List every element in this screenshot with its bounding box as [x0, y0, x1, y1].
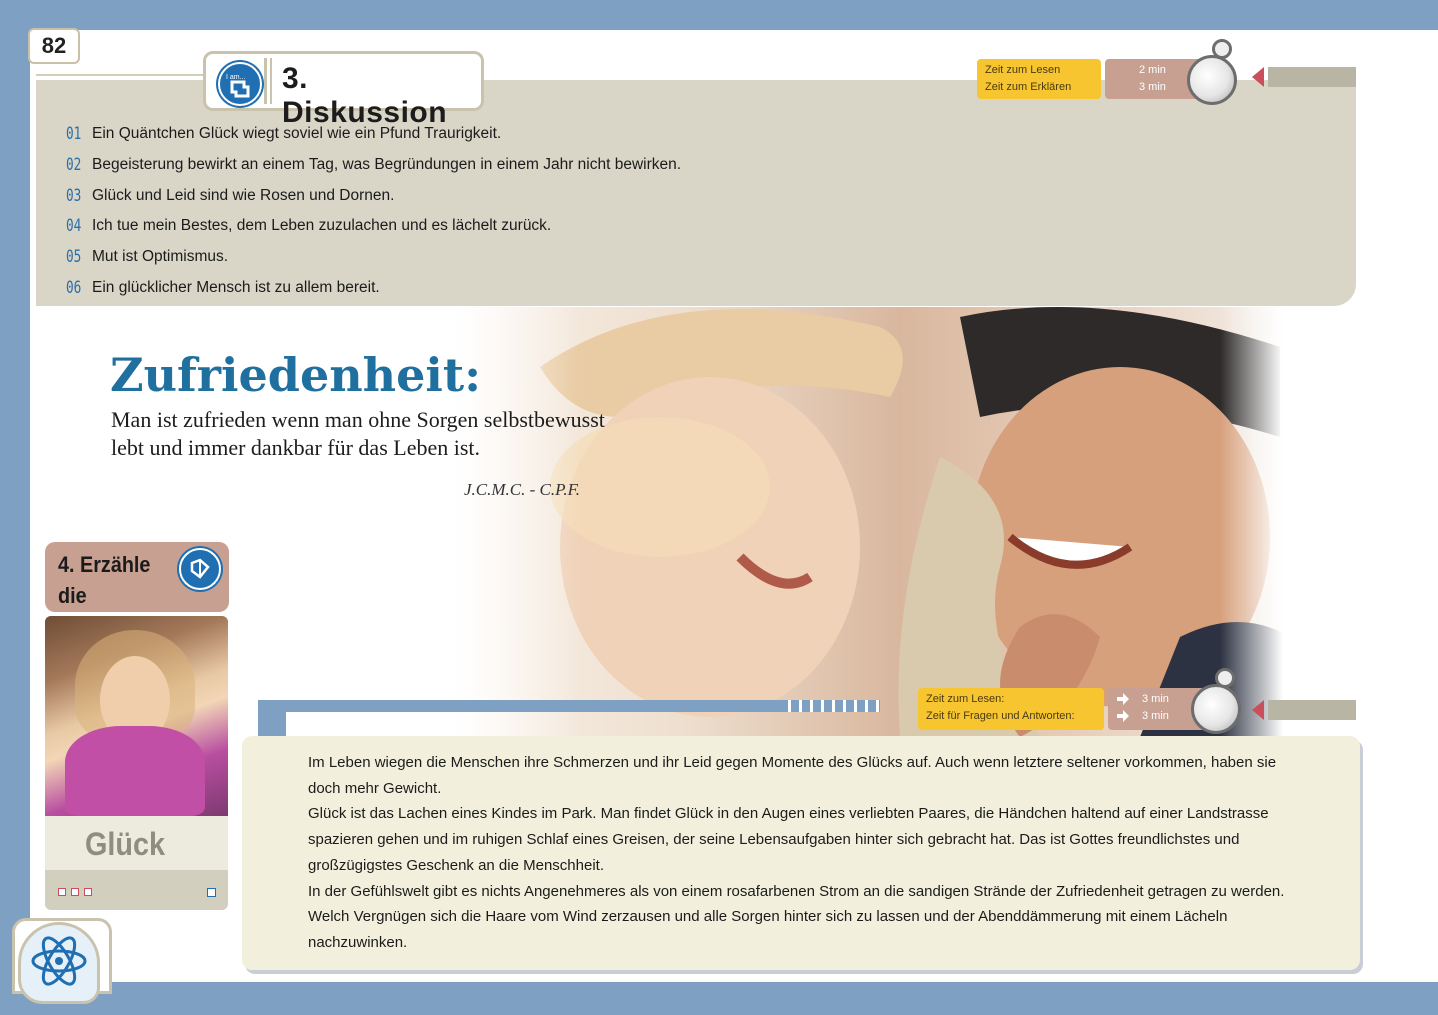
list-text: Begeisterung bewirkt an einem Tag, was B… — [92, 156, 682, 173]
section-header-badge: I am... 3. Diskussion — [203, 51, 484, 129]
bottom-frame-band — [0, 982, 1438, 1015]
top-frame-band — [0, 0, 1438, 30]
marker-triangle-icon — [1252, 67, 1264, 87]
list-text: Glück und Leid sind wie Rosen und Dornen… — [92, 187, 395, 204]
list-text: Mut ist Optimismus. — [92, 248, 229, 265]
nav-square-icon[interactable] — [84, 888, 92, 896]
timer-label-read: Zeit zum Lesen — [985, 64, 1061, 76]
list-item: 05 Mut ist Optimismus. — [66, 245, 228, 269]
quote-author: J.C.M.C. - C.P.F. — [464, 480, 581, 499]
list-item: 04 Ich tue mein Bestes, dem Leben zuzula… — [66, 214, 551, 238]
nav-next-square-icon[interactable] — [207, 888, 216, 897]
timer-labels-top: Zeit zum Lesen Zeit zum Erklären — [977, 59, 1101, 99]
arrow-right-icon — [1117, 693, 1129, 722]
section-title: 3. Diskussion — [282, 62, 448, 129]
list-item: 06 Ein glücklicher Mensch ist zu allem b… — [66, 276, 380, 300]
list-number: 01 — [66, 124, 82, 144]
story-paragraph: In der Gefühlswelt gibt es nichts Angene… — [308, 882, 1285, 951]
timer-label-explain: Zeit zum Erklären — [985, 81, 1072, 93]
marker-triangle-icon — [1252, 700, 1264, 720]
nav-square-icon[interactable] — [58, 888, 66, 896]
badge-icon-frame: I am... — [210, 58, 267, 106]
stopwatch-icon — [1191, 684, 1241, 734]
quote-body: Man ist zufrieden wenn man ohne Sorgen s… — [111, 407, 605, 460]
couple-photo — [420, 307, 1290, 737]
timer-label-read: Zeit zum Lesen: — [926, 693, 1005, 705]
timer-labels-bottom: Zeit zum Lesen: Zeit für Fragen und Antw… — [918, 688, 1104, 730]
list-text: Ein glücklicher Mensch ist zu allem bere… — [92, 279, 380, 296]
story-text: Im Leben wiegen die Menschen ihre Schmer… — [308, 750, 1308, 956]
story-book-icon — [179, 548, 221, 590]
list-item: 02 Begeisterung bewirkt an einem Tag, wa… — [66, 153, 681, 177]
story-card-header: 4. Erzähle die Geschichte — [45, 542, 229, 639]
nav-square-icon[interactable] — [71, 888, 79, 896]
story-frame-dashes — [780, 700, 880, 712]
list-text: Ich tue mein Bestes, dem Leben zuzulache… — [92, 217, 552, 234]
girl-photo — [45, 616, 228, 816]
list-text: Ein Quäntchen Glück wiegt soviel wie ein… — [92, 125, 502, 142]
list-number: 02 — [66, 155, 82, 175]
page-number: 82 — [28, 28, 80, 64]
list-number: 06 — [66, 278, 82, 298]
girl-photo-scarf — [65, 726, 205, 816]
list-item: 03 Glück und Leid sind wie Rosen und Dor… — [66, 184, 394, 208]
stopwatch-icon — [1187, 55, 1237, 105]
list-number: 05 — [66, 247, 82, 267]
quote-title: Zufriedenheit: — [110, 348, 482, 402]
story-paragraph: Im Leben wiegen die Menschen ihre Schmer… — [308, 754, 1277, 797]
atom-head-icon — [18, 922, 100, 1004]
list-number: 03 — [66, 186, 82, 206]
badge-divider — [270, 58, 272, 104]
story-label: Glück — [85, 826, 166, 862]
story-title-line1: 4. Erzähle — [58, 552, 151, 577]
marker-bar — [1268, 67, 1356, 87]
list-item: 01 Ein Quäntchen Glück wiegt soviel wie … — [66, 122, 501, 146]
marker-bar — [1268, 700, 1356, 720]
story-paragraph: Glück ist das Lachen eines Kindes im Par… — [308, 805, 1269, 874]
left-frame-band — [0, 0, 30, 1015]
story-text-box: Im Leben wiegen die Menschen ihre Schmer… — [242, 736, 1360, 970]
list-number: 04 — [66, 216, 82, 236]
story-card[interactable]: Glück — [45, 616, 228, 910]
i-am-icon: I am... — [218, 62, 262, 106]
timer-label-questions: Zeit für Fragen und Antworten: — [926, 710, 1075, 722]
story-label-box: Glück — [45, 816, 228, 870]
